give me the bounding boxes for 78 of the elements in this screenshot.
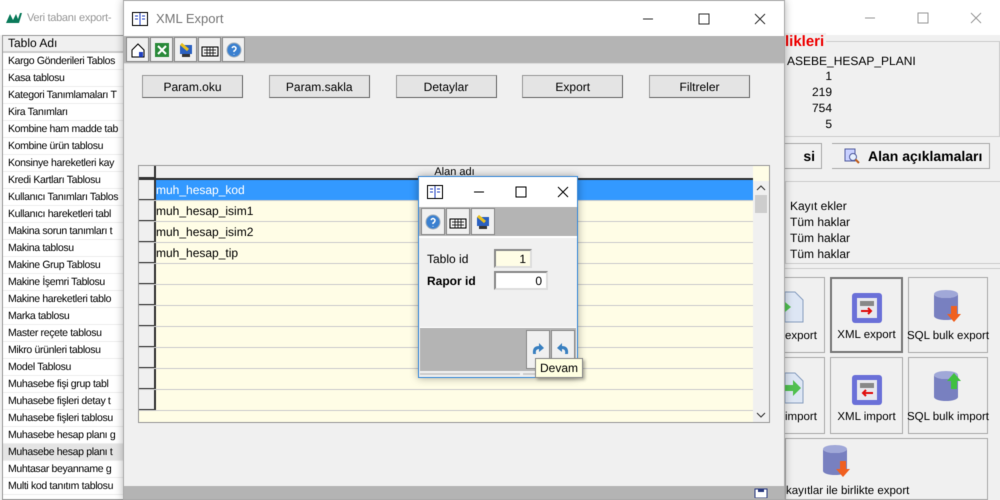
action-button[interactable]: SQL bulk export bbox=[908, 277, 988, 353]
scroll-thumb[interactable] bbox=[755, 195, 767, 213]
house-icon bbox=[130, 42, 146, 58]
row-indicator[interactable] bbox=[139, 369, 156, 389]
document-arrow-icon bbox=[785, 371, 805, 405]
xml-file-icon bbox=[852, 293, 882, 323]
column-header: Tablo Adı bbox=[3, 36, 124, 53]
action-button[interactable]: XML export bbox=[830, 277, 903, 353]
table-name: ASEBE_HESAP_PLANI bbox=[786, 54, 916, 68]
action-button[interactable]: Param.sakla bbox=[268, 75, 370, 98]
panel-button[interactable]: Alan açıklamaları bbox=[832, 143, 990, 170]
help-tool[interactable] bbox=[421, 208, 445, 236]
help-tool[interactable] bbox=[222, 37, 245, 62]
spreadsheet-tool[interactable] bbox=[150, 37, 173, 62]
action-button[interactable]: Detaylar bbox=[396, 75, 496, 98]
monitor-icon bbox=[178, 42, 194, 58]
grid-cell[interactable]: muh_hesap_isim2 bbox=[156, 225, 254, 239]
row-indicator[interactable] bbox=[139, 306, 156, 326]
scroll-down-icon[interactable] bbox=[756, 411, 766, 419]
permission-text: Tüm haklar bbox=[790, 246, 852, 262]
field-label: Tablo id bbox=[427, 252, 470, 266]
action-button[interactable]: Param.oku bbox=[142, 75, 243, 98]
monitor-icon bbox=[475, 214, 491, 230]
scroll-up-icon[interactable] bbox=[756, 184, 766, 192]
window-title: XML Export bbox=[156, 11, 224, 26]
spreadsheet-icon bbox=[154, 42, 170, 58]
book-icon bbox=[427, 185, 443, 199]
action-button[interactable]: kayıtlar ile birlikte export bbox=[785, 438, 988, 500]
help-icon bbox=[425, 214, 441, 230]
search-icon bbox=[844, 148, 860, 164]
row-indicator[interactable] bbox=[139, 264, 156, 284]
tooltip: Devam bbox=[535, 358, 584, 378]
grid-cell[interactable]: muh_hesap_tip bbox=[156, 246, 238, 260]
action-button[interactable]: XML import bbox=[830, 357, 903, 434]
close-icon[interactable] bbox=[557, 186, 569, 198]
book-icon bbox=[132, 12, 148, 26]
field-label: Rapor id bbox=[427, 274, 477, 288]
row-indicator[interactable] bbox=[139, 243, 156, 263]
count-value: 5 bbox=[824, 116, 832, 132]
window-title: Veri tabanı export- bbox=[27, 12, 112, 24]
list-item[interactable]: Muhasebe hesap planı t bbox=[3, 444, 124, 461]
xml-file-icon bbox=[852, 375, 882, 405]
action-button[interactable]: Export bbox=[522, 75, 624, 98]
row-indicator[interactable] bbox=[139, 390, 156, 410]
action-button[interactable]: Filtreler bbox=[649, 75, 750, 98]
permission-text: Tüm haklar bbox=[790, 230, 852, 246]
row-indicator[interactable] bbox=[139, 327, 156, 347]
maximize-icon[interactable] bbox=[698, 12, 710, 24]
column-header: Alan adı bbox=[433, 166, 476, 178]
monitor-tool[interactable] bbox=[471, 208, 495, 236]
logo-icon bbox=[6, 12, 22, 24]
count-value: 754 bbox=[810, 100, 832, 116]
home-tool[interactable] bbox=[126, 37, 149, 62]
save-icon[interactable] bbox=[754, 488, 768, 498]
help-icon bbox=[226, 42, 242, 58]
row-indicator[interactable] bbox=[139, 285, 156, 305]
close-icon[interactable] bbox=[754, 12, 766, 24]
grid-cell[interactable]: muh_hesap_isim1 bbox=[156, 204, 254, 218]
scrollbar[interactable] bbox=[753, 181, 769, 422]
input-field[interactable]: 1 bbox=[494, 249, 532, 268]
permission-text: Kayıt ekler bbox=[790, 198, 848, 214]
keyboard-tool[interactable] bbox=[198, 37, 221, 62]
row-indicator[interactable] bbox=[139, 201, 156, 221]
count-value: 219 bbox=[810, 84, 832, 100]
action-button[interactable]: SQL bulk import bbox=[908, 357, 988, 434]
row-indicator[interactable] bbox=[139, 180, 156, 200]
maximize-icon[interactable] bbox=[515, 186, 527, 198]
keyboard-tool[interactable] bbox=[446, 208, 470, 236]
count-value: 1 bbox=[824, 68, 832, 84]
permission-text: Tüm haklar bbox=[790, 214, 852, 230]
action-button[interactable]: import bbox=[785, 357, 825, 434]
monitor-tool[interactable] bbox=[174, 37, 197, 62]
document-arrow-icon bbox=[785, 290, 805, 324]
panel-button[interactable]: si bbox=[785, 143, 822, 170]
row-indicator[interactable] bbox=[139, 348, 156, 368]
row-indicator[interactable] bbox=[139, 222, 156, 242]
input-field[interactable]: 0 bbox=[494, 271, 548, 290]
action-button[interactable]: export bbox=[785, 277, 825, 353]
